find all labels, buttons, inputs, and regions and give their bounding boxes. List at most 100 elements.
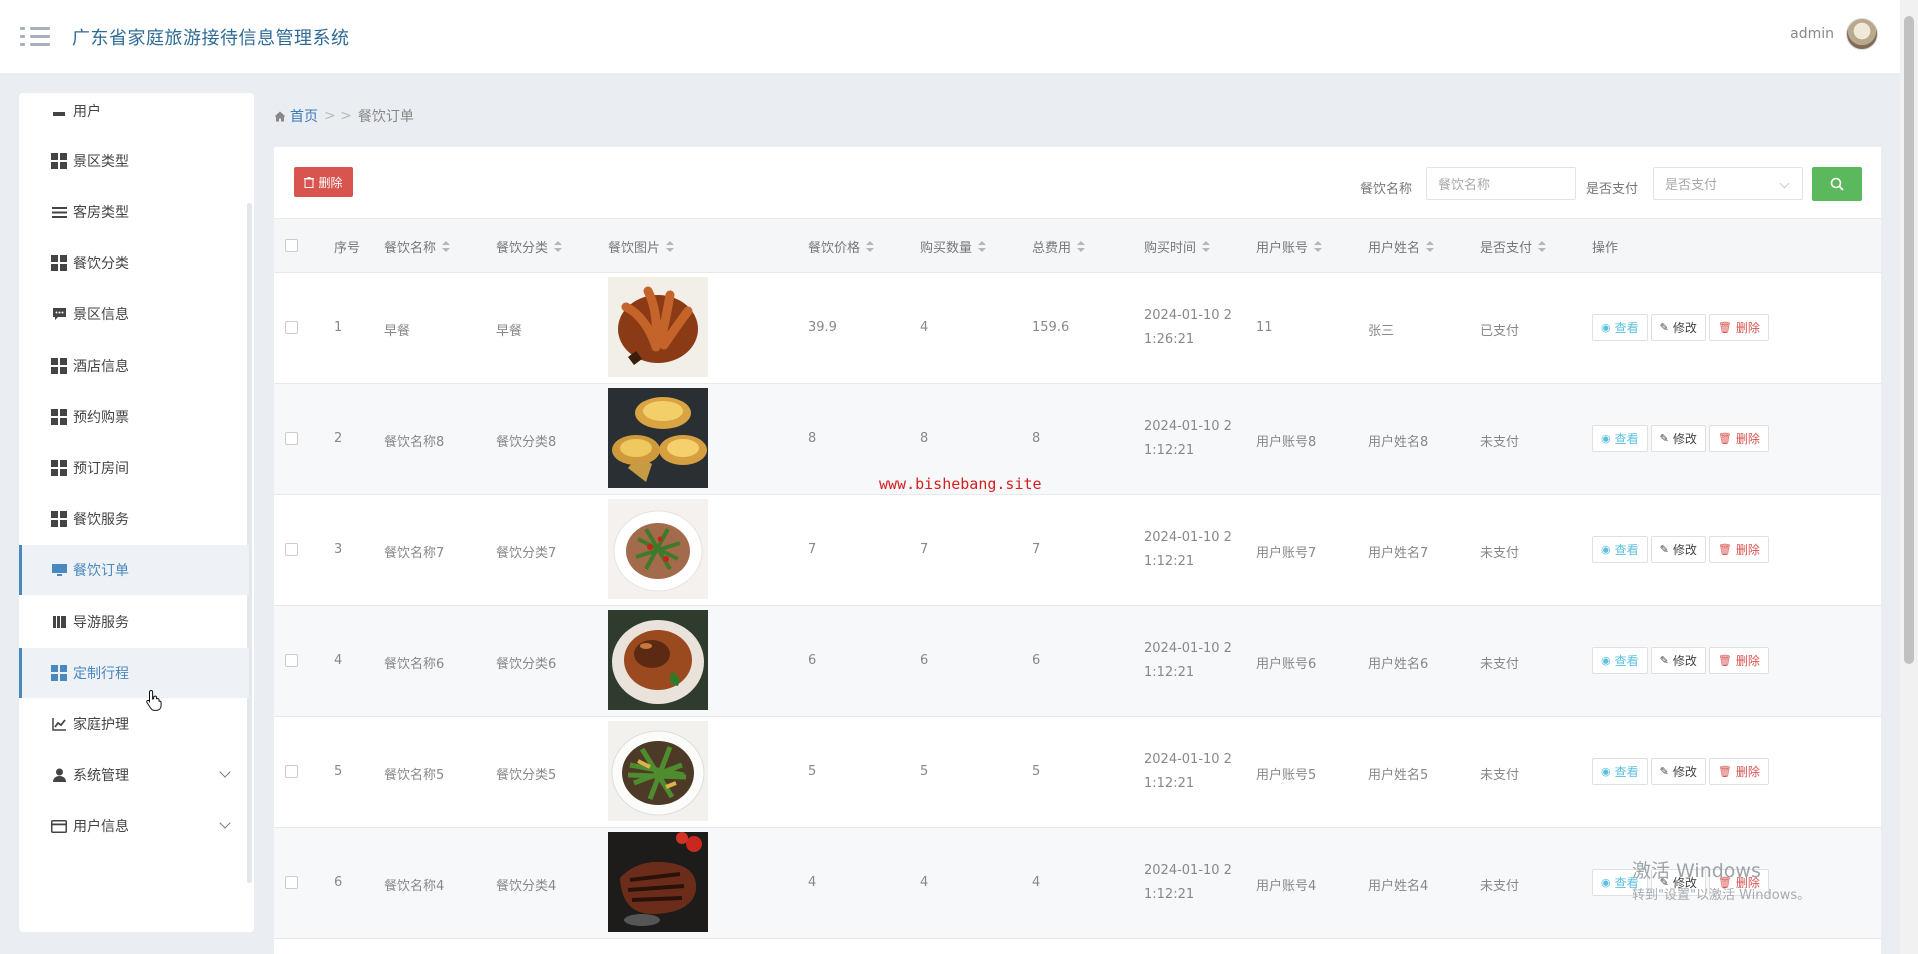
table-row: 1 早餐 早餐 39.9 4 159.6 2024-01-10 2 1:26:21 11 张三 已支… [274, 273, 1881, 384]
main-panel: 删除 餐饮名称 餐饮名称 是否支付 是否支付 序号 餐饮名称 餐饮分类 餐饮图片… [274, 147, 1881, 954]
chevron-down-icon[interactable] [219, 766, 231, 778]
eye-icon: ◉ [1601, 654, 1611, 667]
row-checkbox[interactable] [285, 543, 298, 556]
cell-time: 2024-01-10 2 1:12:21 [1144, 419, 1232, 458]
delete-button[interactable]: 🗑 删除 [1708, 536, 1769, 563]
sidebar-item-hotel-info[interactable]: 酒店信息 [19, 341, 249, 391]
cell-user: 张三 [1368, 324, 1395, 339]
breadcrumb: 首页 > > 餐饮订单 [274, 106, 414, 126]
sidebar-item-user[interactable]: 用户 [19, 93, 249, 136]
sidebar-item-family-care[interactable]: 家庭护理 [19, 699, 249, 749]
edit-button[interactable]: ✎ 修改 [1650, 425, 1706, 452]
search-paid-select[interactable]: 是否支付 [1653, 167, 1803, 200]
header-name[interactable]: 餐饮名称 [384, 237, 451, 256]
username[interactable]: admin [1790, 26, 1834, 42]
sort-icon [978, 241, 987, 252]
sidebar-item-guide-service[interactable]: 导游服务 [19, 597, 249, 647]
row-checkbox[interactable] [285, 765, 298, 778]
cell-category: 餐饮分类8 [496, 435, 557, 450]
header-price[interactable]: 餐饮价格 [808, 237, 875, 256]
sort-icon [1314, 241, 1323, 252]
view-button[interactable]: ◉ 查看 [1592, 758, 1648, 785]
delete-button[interactable]: 🗑 删除 [1708, 314, 1769, 341]
cell-name: 餐饮名称5 [384, 768, 445, 783]
user-menu[interactable]: admin [1790, 18, 1878, 50]
food-image[interactable] [608, 721, 708, 821]
sort-icon [1538, 241, 1547, 252]
cell-category: 餐饮分类7 [496, 546, 557, 561]
header-time[interactable]: 购买时间 [1144, 237, 1211, 256]
sidebar-item-room-booking[interactable]: 预订房间 [19, 443, 249, 493]
header-paid[interactable]: 是否支付 [1480, 237, 1547, 256]
cell-time: 2024-01-10 2 1:12:21 [1144, 752, 1232, 791]
select-all-checkbox[interactable] [285, 239, 298, 252]
sidebar-item-room-type[interactable]: 客房类型 [19, 187, 249, 237]
food-image[interactable] [608, 277, 708, 377]
cell-price: 39.9 [808, 320, 837, 335]
cell-name: 餐饮名称8 [384, 435, 445, 450]
cell-no: 6 [334, 875, 343, 890]
header-account[interactable]: 用户账号 [1256, 237, 1323, 256]
view-button[interactable]: ◉ 查看 [1592, 536, 1648, 563]
breadcrumb-home[interactable]: 首页 [274, 106, 318, 126]
view-button[interactable]: ◉ 查看 [1592, 314, 1648, 341]
menu-toggle-icon[interactable] [20, 26, 50, 48]
sidebar-item-food-category[interactable]: 餐饮分类 [19, 238, 249, 288]
watermark: www.bishebang.site [879, 475, 1042, 493]
header-category[interactable]: 餐饮分类 [496, 237, 563, 256]
sidebar-item-custom-itinerary[interactable]: 定制行程 [19, 648, 249, 698]
delete-button[interactable]: 🗑 删除 [1708, 425, 1769, 452]
sidebar-item-food-orders[interactable]: 餐饮订单 [19, 545, 249, 595]
row-checkbox[interactable] [285, 432, 298, 445]
sidebar-item-system-management[interactable]: 系统管理 [19, 750, 249, 800]
row-checkbox[interactable] [285, 654, 298, 667]
search-name-input[interactable]: 餐饮名称 [1426, 167, 1576, 200]
sidebar-item-label: 酒店信息 [73, 359, 129, 375]
sidebar-item-scenic-info[interactable]: 景区信息 [19, 289, 249, 339]
cell-user: 用户姓名5 [1368, 768, 1429, 783]
list-icon [51, 204, 67, 220]
sidebar-item-label: 预约购票 [73, 410, 129, 426]
food-image[interactable] [608, 832, 708, 932]
header-total[interactable]: 总费用 [1032, 237, 1086, 256]
sort-icon [1202, 241, 1211, 252]
food-image[interactable] [608, 499, 708, 599]
sidebar-item-label: 餐饮订单 [73, 563, 129, 579]
sidebar-item-label: 家庭护理 [73, 717, 129, 733]
header-image[interactable]: 餐饮图片 [608, 237, 675, 256]
edit-button[interactable]: ✎ 修改 [1650, 758, 1706, 785]
food-image[interactable] [608, 388, 708, 488]
cell-qty: 4 [920, 875, 929, 890]
header-user[interactable]: 用户姓名 [1368, 237, 1435, 256]
view-button[interactable]: ◉ 查看 [1592, 425, 1648, 452]
header-qty[interactable]: 购买数量 [920, 237, 987, 256]
grid-icon [51, 665, 67, 681]
search-button[interactable] [1812, 167, 1862, 201]
sidebar-item-ticket-booking[interactable]: 预约购票 [19, 392, 249, 442]
avatar[interactable] [1846, 18, 1878, 50]
edit-button[interactable]: ✎ 修改 [1650, 647, 1706, 674]
comment-icon [51, 306, 67, 322]
cell-paid: 未支付 [1480, 879, 1520, 894]
edit-button[interactable]: ✎ 修改 [1650, 536, 1706, 563]
cell-category: 餐饮分类5 [496, 768, 557, 783]
sidebar-item-user-info[interactable]: 用户信息 [19, 801, 249, 851]
sidebar-item-food-service[interactable]: 餐饮服务 [19, 494, 249, 544]
row-checkbox[interactable] [285, 321, 298, 334]
sidebar-item-scenic-type[interactable]: 景区类型 [19, 136, 249, 186]
cell-account: 用户账号8 [1256, 435, 1317, 450]
view-button[interactable]: ◉ 查看 [1592, 647, 1648, 674]
edit-button[interactable]: ✎ 修改 [1650, 314, 1706, 341]
trash-icon: 🗑 [1717, 543, 1732, 556]
chevron-down-icon[interactable] [219, 817, 231, 829]
cell-user: 用户姓名6 [1368, 657, 1429, 672]
page-scrollbar[interactable] [1900, 0, 1918, 954]
delete-button[interactable]: 🗑 删除 [1708, 647, 1769, 674]
page-scrollbar-thumb[interactable] [1904, 16, 1914, 664]
row-checkbox[interactable] [285, 876, 298, 889]
delete-button[interactable]: 🗑 删除 [1708, 758, 1769, 785]
food-image[interactable] [608, 610, 708, 710]
batch-delete-button[interactable]: 删除 [294, 167, 353, 197]
cell-total: 5 [1032, 764, 1041, 779]
sort-icon [1426, 241, 1435, 252]
